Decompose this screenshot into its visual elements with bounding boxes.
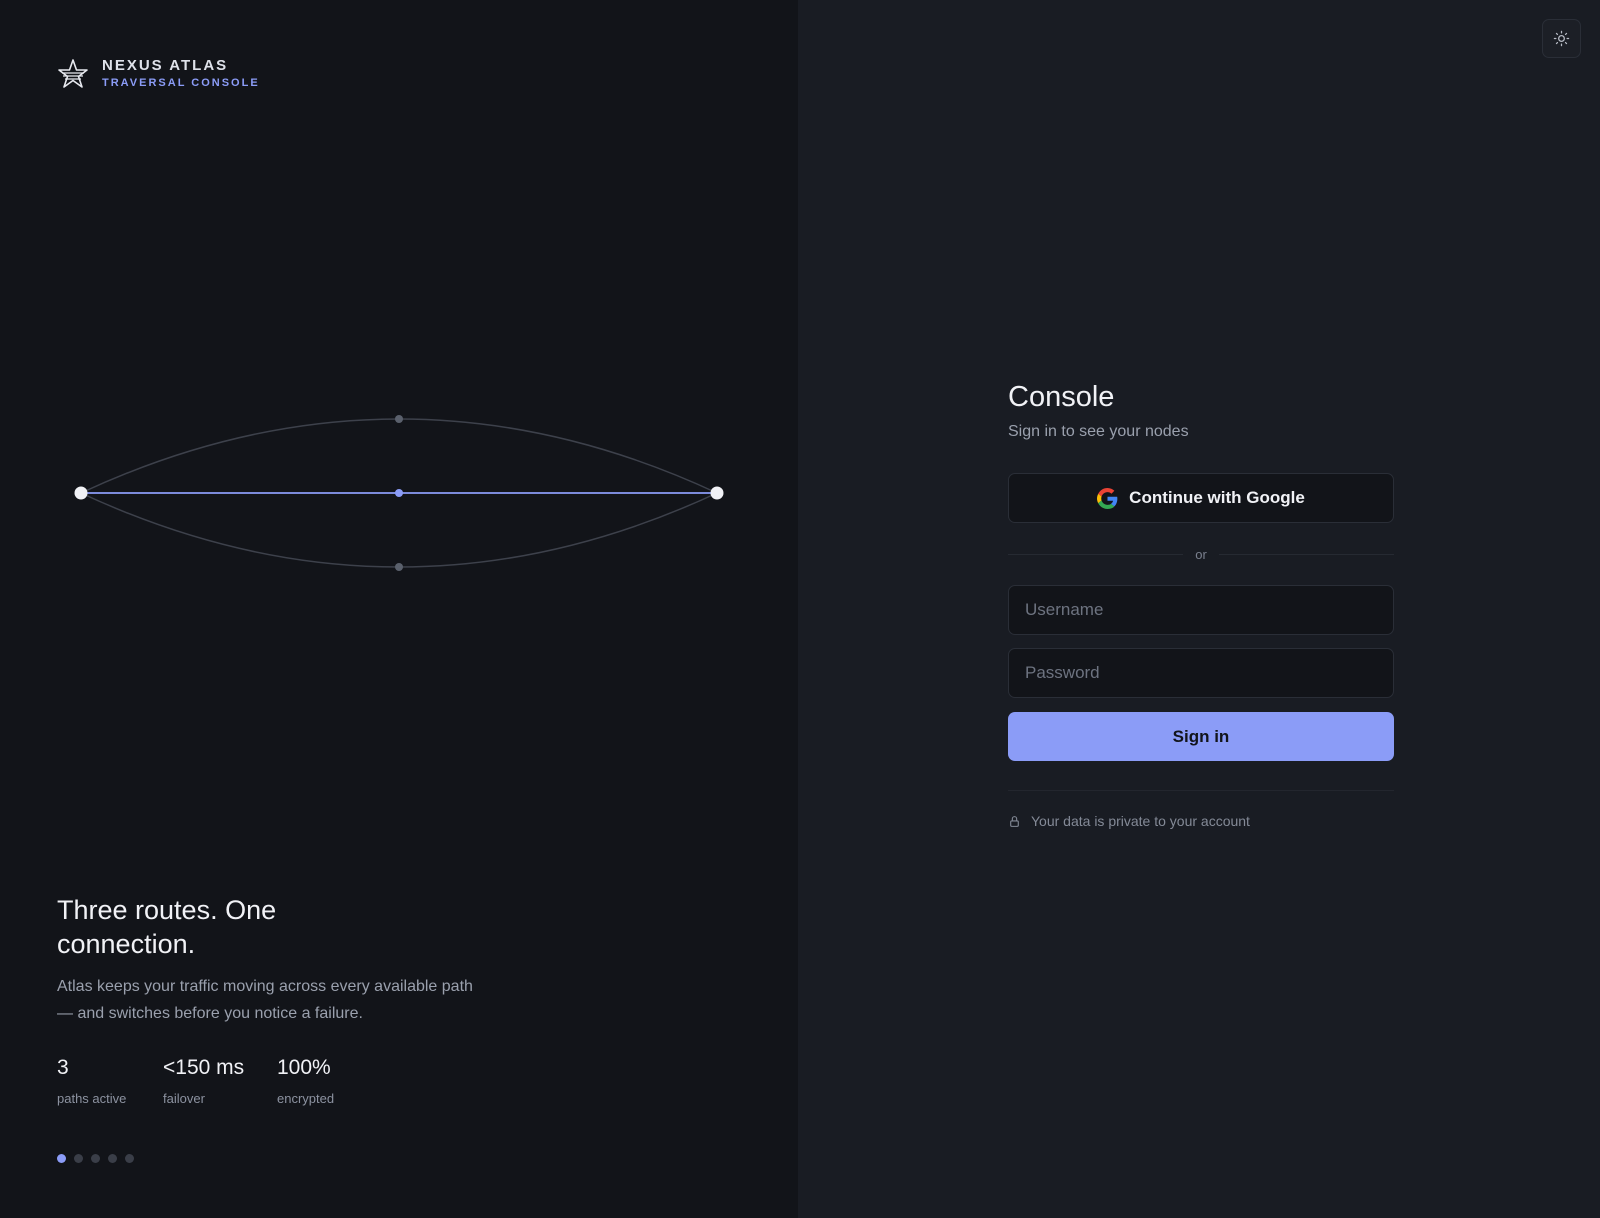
carousel-dot[interactable]: [74, 1154, 83, 1163]
google-button-label: Continue with Google: [1129, 488, 1305, 507]
route-middle-node: [395, 489, 403, 497]
google-sign-in-button[interactable]: Continue with Google: [1008, 473, 1394, 523]
route-lower-node: [395, 563, 403, 571]
brand: NEXUS ATLAS TRAVERSAL CONSOLE: [57, 57, 260, 90]
endpoint-destination: [710, 486, 724, 500]
or-divider: or: [1008, 544, 1394, 564]
route-diagram: [74, 415, 724, 571]
stat-label: encrypted: [277, 1091, 335, 1106]
route-lower: [80, 492, 718, 568]
carousel-dots: [57, 1154, 134, 1163]
carousel-dot[interactable]: [108, 1154, 117, 1163]
google-icon: [1097, 487, 1118, 509]
route-upper-node: [395, 415, 403, 423]
sign-in-button[interactable]: Sign in: [1008, 712, 1394, 761]
endpoint-source: [74, 486, 88, 500]
hero-panel: NEXUS ATLAS TRAVERSAL CONSOLE Three rout…: [0, 0, 798, 1218]
divider-label: or: [1195, 546, 1207, 562]
form-subtitle: Sign in to see your nodes: [1008, 423, 1189, 440]
stat-value: 100%: [277, 1056, 331, 1079]
divider-line: [1008, 790, 1394, 791]
lock-icon: [1010, 815, 1019, 827]
carousel-dot[interactable]: [125, 1154, 134, 1163]
stats: 3 paths active <150 ms failover 100% enc…: [57, 1055, 334, 1107]
carousel-dot[interactable]: [57, 1154, 66, 1163]
theme-toggle-button[interactable]: [1542, 19, 1581, 58]
username-placeholder: Username: [1025, 600, 1104, 619]
privacy-text: Your data is private to your account: [1031, 813, 1250, 829]
stat-paths: 3 paths active: [57, 1055, 163, 1107]
password-input[interactable]: Password: [1008, 648, 1394, 698]
sign-in-form: Console Sign in to see your nodes Contin…: [1008, 380, 1394, 829]
form-title: Console: [1008, 381, 1115, 413]
stat-value: 3: [57, 1056, 69, 1079]
carousel-dot[interactable]: [91, 1154, 100, 1163]
sun-icon: [1553, 30, 1570, 47]
username-input[interactable]: Username: [1008, 585, 1394, 635]
stat-failover: <150 ms failover: [163, 1055, 277, 1107]
stat-value: <150 ms: [163, 1056, 245, 1079]
star-burst-icon: [58, 58, 88, 88]
stat-encrypted: 100% encrypted: [277, 1055, 334, 1107]
hero-description: Atlas keeps your traffic moving across e…: [57, 978, 473, 1022]
route-upper: [80, 418, 718, 494]
brand-subtitle: TRAVERSAL CONSOLE: [102, 77, 260, 89]
stat-label: paths active: [57, 1091, 127, 1106]
hero-title: Three routes. One connection.: [57, 895, 277, 959]
password-placeholder: Password: [1025, 663, 1100, 682]
brand-name: NEXUS ATLAS: [102, 57, 229, 74]
stat-label: failover: [163, 1091, 205, 1106]
privacy-note: Your data is private to your account: [1008, 813, 1394, 829]
